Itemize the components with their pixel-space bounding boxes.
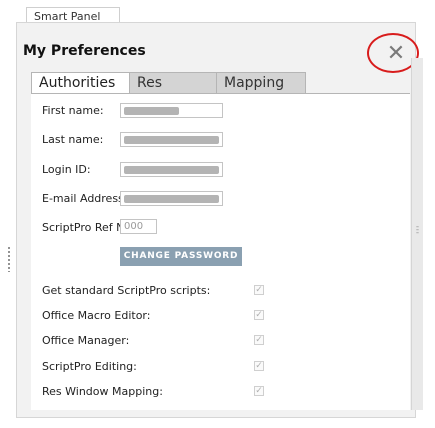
vertical-scrollbar[interactable]: --- [411, 58, 423, 410]
permission-label-res-window-mapping: Res Window Mapping: [42, 385, 163, 398]
permission-checkbox-res-window-mapping[interactable]: ✓ [254, 386, 264, 396]
tab-res-windows[interactable]: Res Windows [129, 72, 217, 111]
last-name-label: Last name: [42, 133, 104, 146]
scroll-grip-icon: --- [415, 222, 420, 238]
permission-label-standard-scripts: Get standard ScriptPro scripts: [42, 284, 211, 297]
change-password-button[interactable]: CHANGE PASSWORD [120, 247, 242, 266]
close-icon: ✕ [386, 41, 406, 66]
permission-checkbox-standard-scripts[interactable]: ✓ [254, 285, 264, 295]
tab-mapping[interactable]: Mapping [216, 72, 306, 94]
panel-splitter-handle[interactable] [7, 246, 11, 272]
permission-label-scriptpro-editing: ScriptPro Editing: [42, 360, 137, 373]
permission-label-macro-editor: Office Macro Editor: [42, 309, 151, 322]
login-id-label: Login ID: [42, 163, 91, 176]
permission-checkbox-scriptpro-editing[interactable]: ✓ [254, 361, 264, 371]
email-label: E-mail Address: [42, 192, 128, 205]
login-id-field[interactable] [120, 162, 223, 177]
close-button[interactable]: ✕ [381, 42, 411, 66]
first-name-field[interactable] [120, 103, 223, 118]
first-name-label: First name: [42, 104, 104, 117]
permission-label-office-manager: Office Manager: [42, 334, 130, 347]
page-title: My Preferences [23, 43, 146, 59]
permission-checkbox-office-manager[interactable]: ✓ [254, 335, 264, 345]
permission-checkbox-macro-editor[interactable]: ✓ [254, 310, 264, 320]
last-name-field[interactable] [120, 132, 223, 147]
tab-authorities[interactable]: Authorities [31, 72, 130, 94]
email-field[interactable] [120, 191, 223, 206]
ref-no-input[interactable]: 000 [120, 219, 157, 234]
